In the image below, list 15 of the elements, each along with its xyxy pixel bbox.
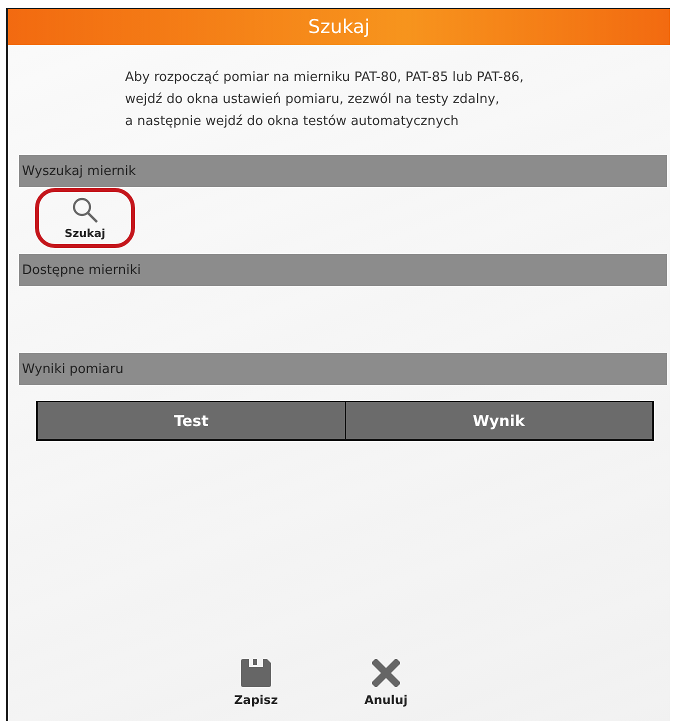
section-header: Dostępne mierniki [19, 254, 667, 286]
cancel-button[interactable]: Anuluj [356, 659, 416, 707]
column-header: Wynik [344, 402, 652, 439]
save-icon [241, 659, 271, 687]
search-button[interactable]: Szukaj [35, 188, 135, 248]
section-header: Wyniki pomiaru [19, 353, 667, 385]
instruction-text: Aby rozpocząć pomiar na mierniku PAT-80, PAT-85 lub PAT-86, [125, 69, 525, 87]
search-icon [71, 196, 99, 224]
instruction-text: a następnie wejdź do okna testów automatycznych [125, 113, 460, 131]
save-button[interactable]: Zapisz [226, 659, 286, 707]
close-icon [372, 659, 400, 687]
window-title: Szukaj [8, 9, 670, 45]
column-header: Test [172, 410, 210, 432]
instruction-text: wejdź do okna ustawień pomiaru, zezwól na testy zdalny, [125, 91, 500, 109]
section-header: Wyszukaj miernik [19, 155, 667, 187]
